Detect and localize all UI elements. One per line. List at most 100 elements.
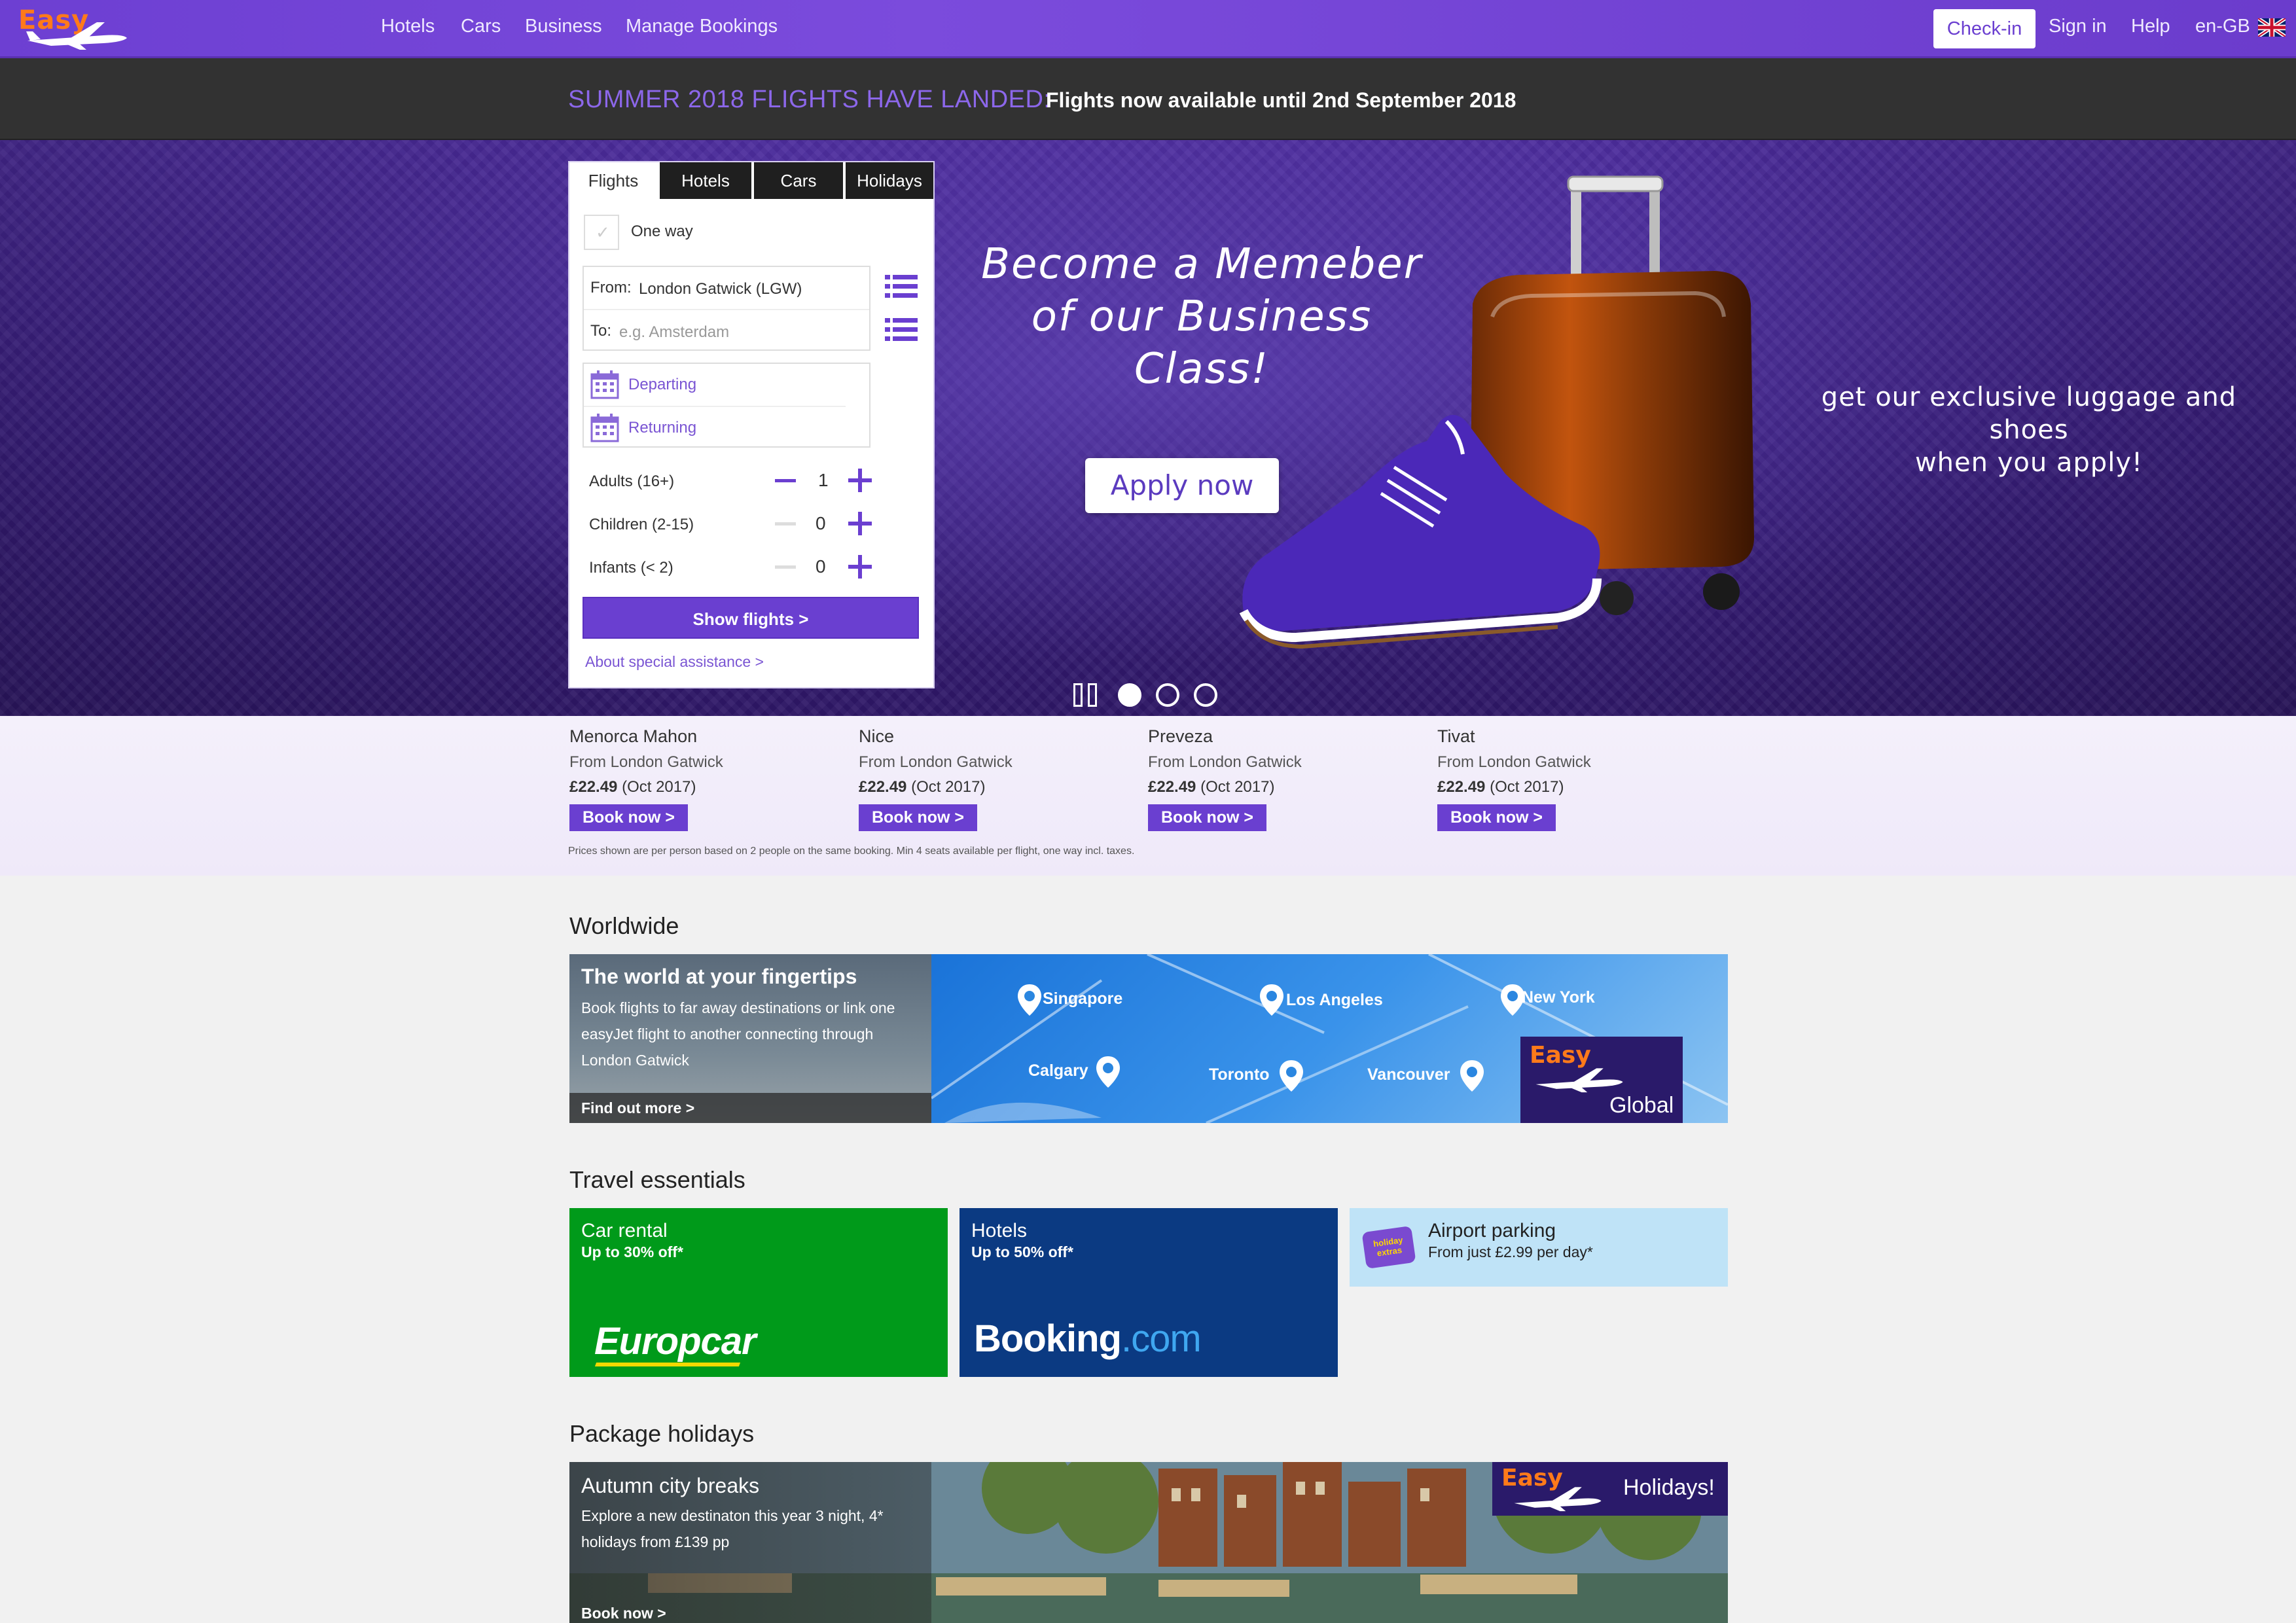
package-body: Explore a new destinaton this year 3 nig… — [581, 1507, 884, 1550]
hero-title: Become a Memeber of our Business Class! — [979, 238, 1424, 395]
adults-minus-button[interactable] — [775, 479, 796, 482]
deal-date: (Oct 2017) — [1200, 778, 1275, 796]
uk-flag-icon — [2258, 18, 2286, 37]
deal-price-line: £22.49 (Oct 2017) — [1437, 778, 1712, 796]
calendar-icon — [590, 414, 619, 442]
carousel-dot-2[interactable] — [1156, 683, 1179, 707]
tab-hotels[interactable]: Hotels — [660, 162, 751, 199]
badge-text: Holidays! — [1623, 1475, 1715, 1500]
children-minus-button[interactable] — [775, 522, 796, 526]
location-pin-icon — [1260, 984, 1283, 1016]
infants-plus-button[interactable] — [848, 555, 872, 579]
find-out-more-link[interactable]: Find out more > — [581, 1099, 694, 1117]
returning-field[interactable]: Returning — [628, 419, 696, 437]
book-now-button[interactable]: Book now > — [859, 804, 977, 831]
location-pin-icon — [1096, 1056, 1120, 1088]
deal-origin: From London Gatwick — [1437, 753, 1591, 771]
list-icon[interactable] — [885, 317, 918, 343]
package-section-title: Package holidays — [569, 1420, 755, 1447]
tab-flights[interactable]: Flights — [569, 162, 657, 199]
airport-parking-offer: From just £2.99 per day* — [1428, 1243, 1593, 1260]
date-fields — [583, 363, 870, 448]
deal-card: Menorca Mahon From London Gatwick £22.49… — [569, 726, 844, 831]
hero-subtitle-line1: get our exclusive luggage and shoes — [1821, 382, 2237, 445]
nav-link-manage-bookings[interactable]: Manage Bookings — [626, 16, 778, 37]
easy-global-badge: Easy Global — [1520, 1037, 1683, 1123]
hotels-offer: Up to 50% off* — [971, 1243, 1073, 1260]
deal-date: (Oct 2017) — [622, 778, 696, 796]
children-count: 0 — [816, 513, 826, 533]
city-label-vancouver: Vancouver — [1367, 1065, 1450, 1084]
book-now-button[interactable]: Book now > — [1148, 804, 1266, 831]
check-in-button[interactable]: Check-in — [1933, 9, 2036, 48]
holiday-extras-badge-text: holiday extras — [1372, 1234, 1404, 1258]
nav-link-business[interactable]: Business — [525, 16, 602, 37]
package-book-now-link[interactable]: Book now > — [581, 1605, 666, 1622]
car-rental-title: Car rental — [581, 1220, 668, 1241]
one-way-checkbox[interactable]: ✓ — [584, 215, 619, 250]
deal-card: Preveza From London Gatwick £22.49 (Oct … — [1148, 726, 1423, 831]
shoe-image — [1239, 415, 1602, 649]
calendar-icon — [590, 370, 619, 399]
deal-city: Menorca Mahon — [569, 726, 698, 746]
hero-title-line2: of our Business Class! — [1031, 293, 1372, 393]
banner-text: Flights now available until 2nd Septembe… — [1046, 88, 1516, 112]
city-label-singapore: Singapore — [1043, 990, 1123, 1008]
show-flights-button[interactable]: Show flights > — [583, 597, 919, 639]
hero-carousel: Become a Memeber of our Business Class! … — [0, 140, 2296, 716]
airplane-logo-icon — [1535, 1068, 1623, 1093]
language-selector[interactable]: en-GB — [2195, 16, 2250, 37]
car-rental-tile[interactable]: Car rental Up to 30% off* Europcar — [569, 1208, 948, 1377]
hotels-title: Hotels — [971, 1220, 1028, 1241]
essentials-section-title: Travel essentials — [569, 1166, 745, 1193]
list-icon[interactable] — [885, 274, 918, 300]
sign-in-link[interactable]: Sign in — [2049, 16, 2107, 37]
from-label: From: — [590, 279, 632, 296]
nav-link-hotels[interactable]: Hotels — [381, 16, 435, 37]
worldwide-body: Book flights to far away destinations or… — [581, 999, 895, 1069]
adults-count: 1 — [818, 470, 829, 490]
special-assistance-link[interactable]: About special assistance > — [585, 653, 764, 671]
promo-banner: SUMMER 2018 FLIGHTS HAVE LANDED: Flights… — [0, 58, 2296, 140]
departing-field[interactable]: Departing — [628, 376, 696, 394]
tab-cars[interactable]: Cars — [754, 162, 843, 199]
children-plus-button[interactable] — [848, 512, 872, 535]
deal-city: Tivat — [1437, 726, 1475, 746]
tab-holidays[interactable]: Holidays — [846, 162, 933, 199]
deal-price-line: £22.49 (Oct 2017) — [859, 778, 1134, 796]
hotels-tile[interactable]: Hotels Up to 50% off* Booking.com — [960, 1208, 1338, 1377]
site-logo[interactable]: Easy — [16, 5, 127, 50]
badge-text: Global — [1609, 1093, 1674, 1118]
deal-price: £22.49 — [859, 778, 907, 796]
hero-title-line1: Become a Memeber — [981, 240, 1422, 289]
deal-price: £22.49 — [1148, 778, 1196, 796]
top-navigation-bar: Easy Hotels Cars Business Manage Booking… — [0, 0, 2296, 58]
carousel-dot-3[interactable] — [1194, 683, 1217, 707]
holiday-extras-badge: holiday extras — [1361, 1225, 1416, 1270]
help-link[interactable]: Help — [2131, 16, 2170, 37]
city-label-new-york: New York — [1522, 988, 1595, 1007]
worldwide-destinations-map: Singapore Los Angeles New York Calgary T… — [931, 954, 1728, 1123]
package-holidays-banner[interactable]: Autumn city breaks Explore a new destina… — [569, 1462, 1728, 1623]
car-rental-offer: Up to 30% off* — [581, 1243, 683, 1260]
infants-minus-button[interactable] — [775, 565, 796, 569]
deal-city: Preveza — [1148, 726, 1213, 746]
worldwide-heading: The world at your fingertips — [581, 965, 857, 988]
nav-link-cars[interactable]: Cars — [461, 16, 501, 37]
from-input[interactable]: London Gatwick (LGW) — [639, 280, 802, 298]
europcar-underline — [594, 1363, 741, 1366]
check-icon: ✓ — [596, 223, 610, 242]
deal-price-line: £22.49 (Oct 2017) — [569, 778, 844, 796]
worldwide-promo-card[interactable]: The world at your fingertips Book flight… — [569, 954, 931, 1123]
airport-parking-tile[interactable]: holiday extras Airport parking From just… — [1350, 1208, 1728, 1287]
deal-price: £22.49 — [1437, 778, 1486, 796]
pause-icon[interactable] — [1073, 683, 1100, 707]
book-now-button[interactable]: Book now > — [569, 804, 688, 831]
adults-plus-button[interactable] — [848, 469, 872, 492]
to-input[interactable]: e.g. Amsterdam — [619, 323, 729, 342]
city-label-toronto: Toronto — [1209, 1065, 1270, 1084]
book-now-button[interactable]: Book now > — [1437, 804, 1556, 831]
adults-label: Adults (16+) — [589, 473, 675, 490]
carousel-dot-1[interactable] — [1118, 683, 1141, 707]
deals-fineprint: Prices shown are per person based on 2 p… — [568, 846, 1135, 857]
